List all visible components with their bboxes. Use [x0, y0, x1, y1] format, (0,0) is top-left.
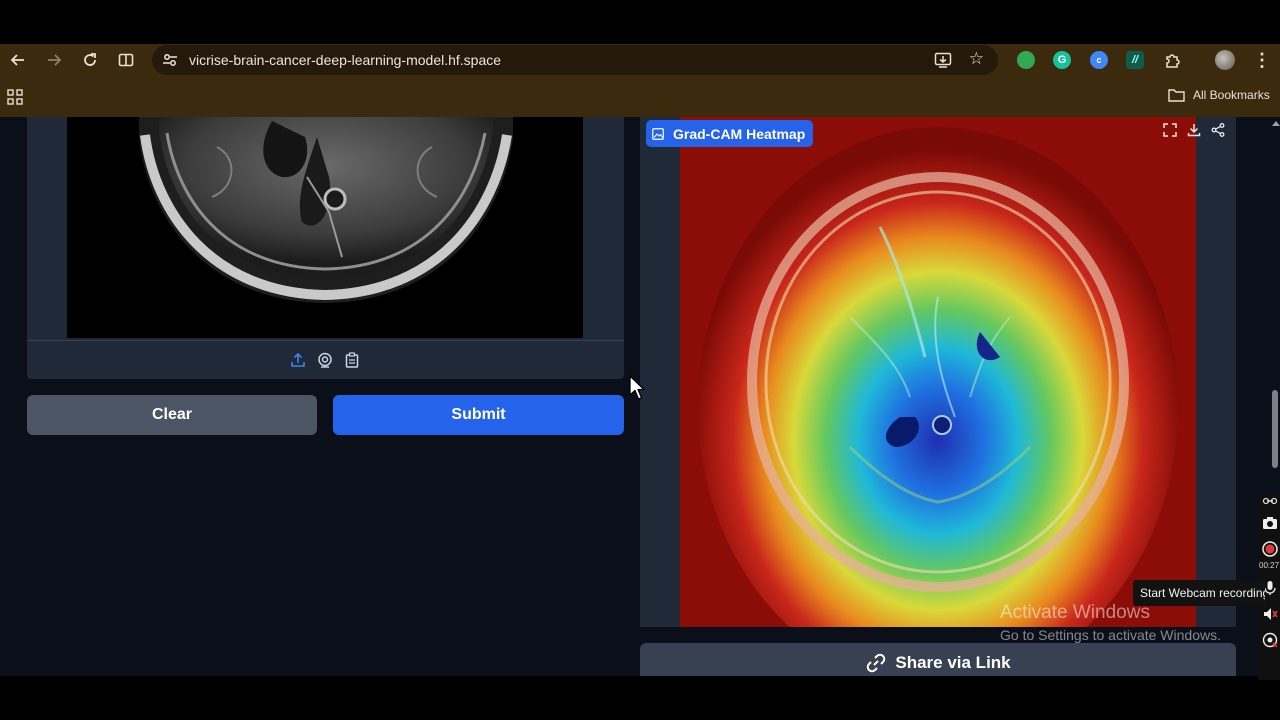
- download-icon[interactable]: [1187, 123, 1201, 137]
- webcam-recording-tooltip: Start Webcam recording: [1133, 580, 1265, 606]
- split-view-button[interactable]: [114, 48, 138, 72]
- mouse-cursor-icon: [629, 375, 645, 400]
- browser-menu-button[interactable]: ⋮: [1250, 48, 1274, 72]
- profile-avatar[interactable]: [1215, 50, 1235, 70]
- share-via-link-button[interactable]: Share via Link: [640, 643, 1236, 676]
- reload-button[interactable]: [78, 48, 102, 72]
- gradcam-heatmap-image: [680, 117, 1196, 627]
- browser-toolbar: vicrise-brain-cancer-deep-learning-model…: [0, 44, 1280, 76]
- clear-button[interactable]: Clear: [27, 395, 317, 435]
- output-label-text: Grad-CAM Heatmap: [673, 125, 806, 142]
- share-icon[interactable]: [1211, 123, 1225, 137]
- image-source-toolbar: [27, 340, 624, 379]
- install-app-icon[interactable]: [934, 51, 952, 69]
- activate-windows-subtitle: Go to Settings to activate Windows.: [1000, 627, 1221, 643]
- webcam-off-icon[interactable]: [1262, 632, 1278, 648]
- all-bookmarks-label: All Bookmarks: [1193, 88, 1270, 102]
- extension-green-icon[interactable]: [1017, 51, 1035, 69]
- url-text[interactable]: vicrise-brain-cancer-deep-learning-model…: [189, 52, 501, 68]
- bookmark-star-icon[interactable]: ☆: [969, 49, 984, 69]
- apps-grid-icon[interactable]: [7, 89, 23, 105]
- recorder-link-icon[interactable]: [1262, 496, 1278, 506]
- scroll-up-arrow-icon[interactable]: [1272, 121, 1280, 126]
- back-arrow-icon: [10, 54, 24, 66]
- screen: vicrise-brain-cancer-deep-learning-model…: [0, 0, 1280, 720]
- site-settings-icon[interactable]: [162, 52, 178, 68]
- forward-button[interactable]: [42, 48, 66, 72]
- submit-button[interactable]: Submit: [333, 395, 624, 435]
- input-image-panel: [27, 117, 624, 379]
- activate-windows-watermark: Activate Windows Go to Settings to activ…: [1000, 602, 1221, 643]
- link-icon: [867, 653, 886, 673]
- all-bookmarks-button[interactable]: All Bookmarks: [1168, 88, 1270, 102]
- image-icon: [652, 127, 664, 140]
- folder-icon: [1168, 89, 1185, 102]
- heatmap-graphic: [680, 117, 1196, 627]
- forward-arrow-icon: [48, 54, 62, 66]
- bookmarks-bar: All Bookmarks: [0, 76, 1280, 117]
- share-via-link-label: Share via Link: [895, 653, 1011, 672]
- webcam-icon[interactable]: [317, 352, 333, 368]
- upload-icon[interactable]: [290, 352, 306, 368]
- address-bar[interactable]: vicrise-brain-cancer-deep-learning-model…: [152, 45, 998, 75]
- record-stop-icon[interactable]: [1262, 541, 1278, 557]
- fullscreen-icon[interactable]: [1163, 123, 1177, 137]
- recording-time: 00:27: [1259, 561, 1280, 570]
- reload-icon: [84, 53, 96, 66]
- back-button[interactable]: [6, 48, 30, 72]
- split-view-icon: [118, 53, 134, 67]
- mri-input-image[interactable]: [67, 117, 583, 338]
- camera-icon[interactable]: [1262, 515, 1278, 531]
- extension-teal-icon[interactable]: //: [1126, 51, 1144, 69]
- grammarly-icon[interactable]: G: [1053, 51, 1071, 69]
- puzzle-piece-icon: [1165, 53, 1180, 68]
- gradcam-output-panel: Grad-CAM Heatmap: [640, 117, 1236, 627]
- extension-blue-icon[interactable]: c: [1090, 51, 1108, 69]
- extensions-menu-button[interactable]: [1160, 48, 1184, 72]
- scrollbar-thumb[interactable]: [1272, 390, 1278, 468]
- mri-scan-graphic: [67, 117, 583, 338]
- clipboard-icon[interactable]: [344, 352, 360, 368]
- speaker-muted-icon[interactable]: [1262, 606, 1278, 622]
- output-label: Grad-CAM Heatmap: [646, 120, 814, 147]
